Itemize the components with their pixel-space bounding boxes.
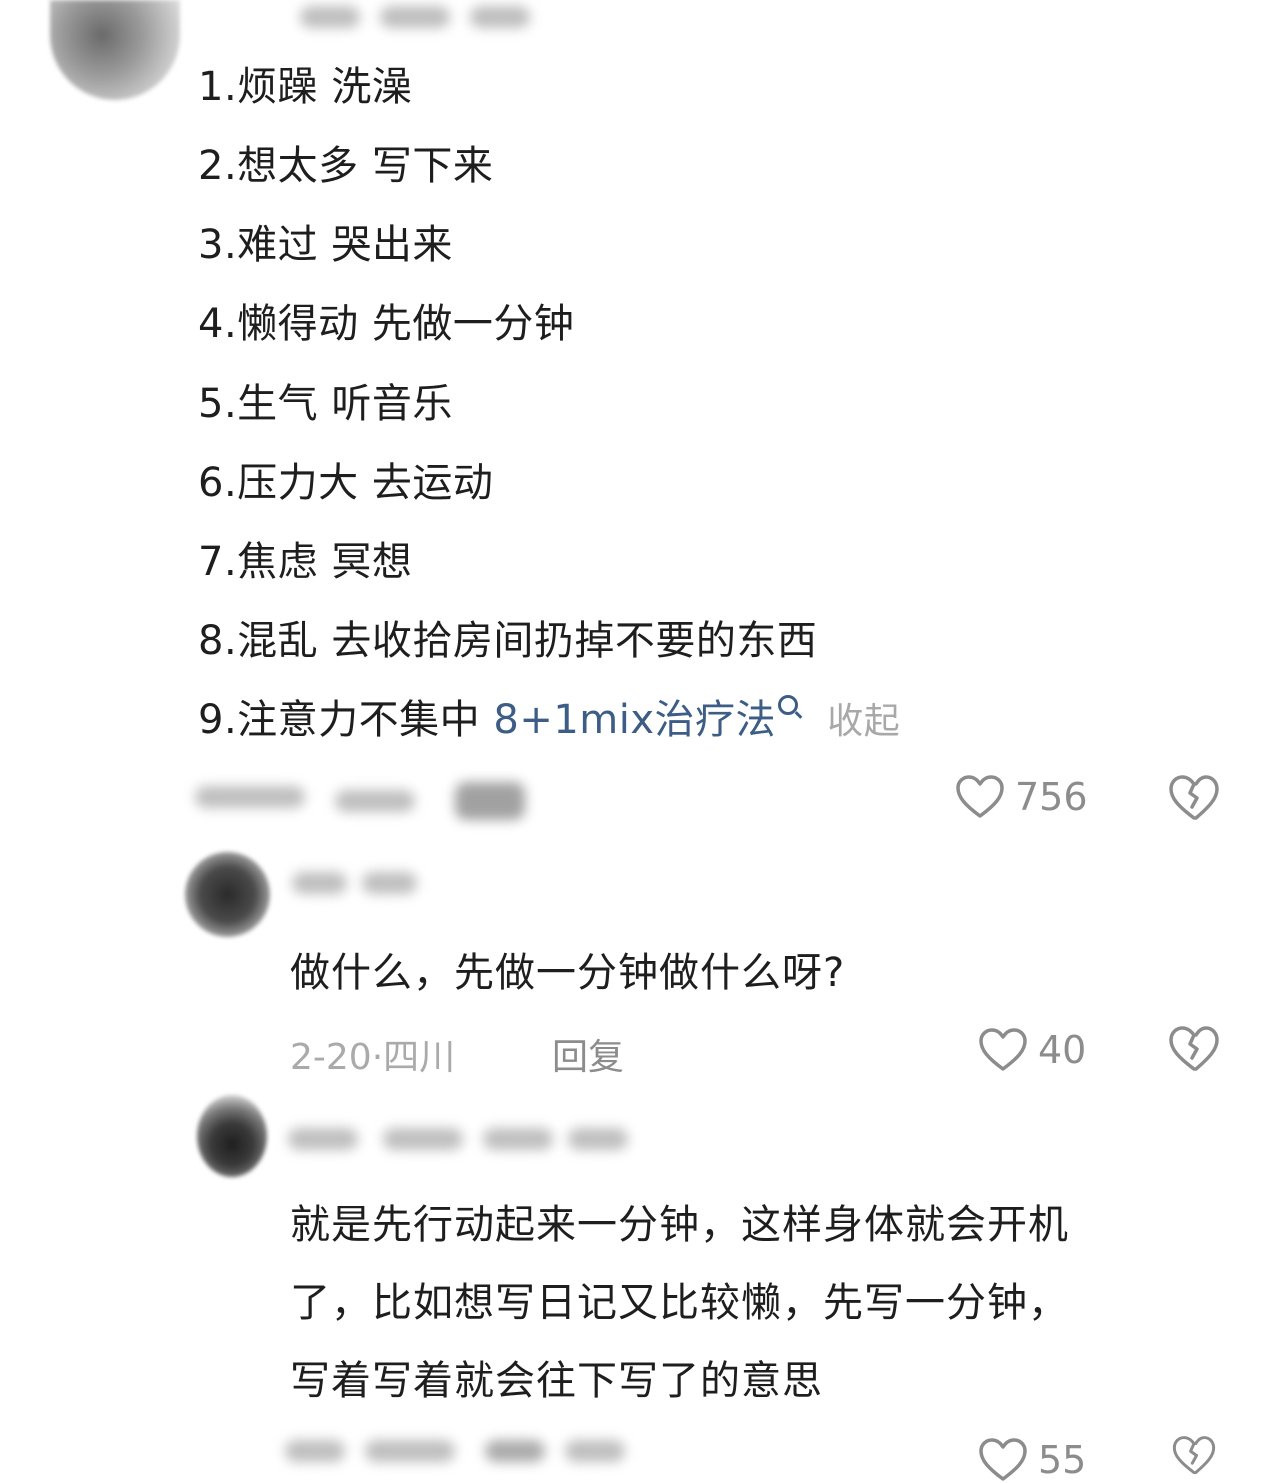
reply1-text: 做什么，先做一分钟做什么呀? <box>290 950 846 996</box>
comment-line-9-text: 9.注意力不集中 <box>198 697 481 743</box>
search-link-label[interactable]: 8+1mix治疗法 <box>493 697 776 743</box>
search-link[interactable]: 8+1mix治疗法 <box>493 695 799 743</box>
comment-line-5: 5.生气 听音乐 <box>198 381 453 427</box>
broken-heart-icon[interactable] <box>1168 774 1220 822</box>
reply2-line-2: 了，比如想写日记又比较懒，先写一分钟， <box>290 1280 1069 1326</box>
reply2-like-count: 55 <box>1038 1438 1087 1482</box>
reply1-like-button[interactable]: 40 <box>978 1027 1086 1073</box>
reply1-like-count: 40 <box>1038 1028 1087 1072</box>
reply2-meta-blurred <box>285 1430 635 1476</box>
comment-line-3: 3.难过 哭出来 <box>198 222 453 268</box>
collapse-button[interactable]: 收起 <box>827 701 900 742</box>
comment-line-1: 1.烦躁 洗澡 <box>198 64 413 110</box>
comment-like-count: 756 <box>1015 775 1088 819</box>
reply1-reply-button[interactable]: 回复 <box>552 1028 624 1080</box>
broken-heart-icon[interactable] <box>1168 1025 1220 1073</box>
reply2-like-button[interactable]: 55 <box>978 1437 1086 1483</box>
commenter-name-blurred[interactable] <box>300 0 540 34</box>
reply1-avatar[interactable] <box>185 852 270 937</box>
search-icon <box>778 695 799 715</box>
comment-meta-blurred <box>195 778 535 828</box>
comment-line-4: 4.懒得动 先做一分钟 <box>198 301 575 347</box>
heart-outline-icon <box>978 1437 1028 1483</box>
comment-line-7: 7.焦虑 冥想 <box>198 539 413 585</box>
comment-line-8: 8.混乱 去收拾房间扔掉不要的东西 <box>198 618 818 664</box>
reply2-name-blurred[interactable] <box>288 1122 638 1156</box>
meta-separator: · <box>371 1037 384 1078</box>
broken-heart-icon[interactable] <box>1168 1435 1220 1476</box>
comment-line-6: 6.压力大 去运动 <box>198 460 494 506</box>
heart-outline-icon <box>955 774 1005 820</box>
commenter-avatar[interactable] <box>50 0 180 100</box>
comment-line-2: 2.想太多 写下来 <box>198 143 494 189</box>
comment-line-9: 9.注意力不集中 8+1mix治疗法 收起 <box>198 695 900 746</box>
heart-outline-icon <box>978 1027 1028 1073</box>
reply1-date: 2-20 <box>290 1037 372 1078</box>
reply2-avatar[interactable] <box>197 1095 267 1177</box>
reply2-line-3: 写着写着就会往下写了的意思 <box>290 1358 823 1404</box>
reply1-location: 四川 <box>383 1037 456 1078</box>
comment-like-button[interactable]: 756 <box>955 774 1088 820</box>
reply1-name-blurred[interactable] <box>292 866 422 900</box>
reply1-meta: 2-20·四川 <box>290 1028 455 1080</box>
reply2-line-1: 就是先行动起来一分钟，这样身体就会开机 <box>290 1202 1069 1248</box>
